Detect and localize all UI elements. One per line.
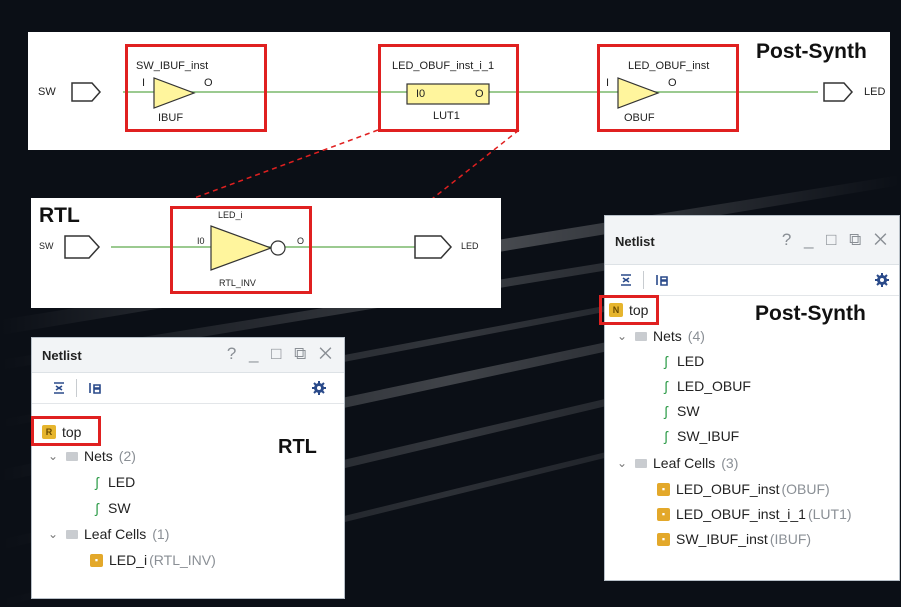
netlist-header: Netlist ? _ □ ⧉ ✕ [605, 216, 899, 265]
chevron-down-icon[interactable]: ⌄ [617, 329, 629, 343]
cell-name: LED_OBUF_inst_i_1 [676, 506, 806, 522]
tree-item-cell[interactable]: ▪ LED_OBUF_inst_i_1 (LUT1) [657, 506, 852, 522]
folder-icon [635, 331, 647, 341]
tree-item-net[interactable]: ʃ SW_IBUF [661, 428, 739, 444]
netlist-toolbar [605, 265, 899, 296]
expand-all-icon[interactable] [84, 378, 106, 398]
led-port-label: LED [864, 86, 886, 98]
tree-item-net[interactable]: ʃ LED [92, 474, 135, 490]
net-label: LED_OBUF [677, 378, 751, 394]
net-icon: ʃ [664, 428, 668, 444]
ibuf-highlight [125, 44, 267, 132]
nets-label: Nets [653, 328, 682, 344]
tree-group-leaf-cells[interactable]: ⌄ Leaf Cells (1) [48, 526, 169, 542]
top-highlight [599, 295, 659, 325]
rtl-led-port-label: LED [461, 241, 479, 251]
leaf-cell-icon: ▪ [90, 553, 103, 567]
cell-type: (RTL_INV) [149, 552, 216, 568]
window-controls[interactable]: ? _ □ ⧉ ✕ [227, 344, 336, 364]
cell-name: SW_IBUF_inst [676, 531, 768, 547]
toolbar-separator [643, 271, 644, 289]
netlist-title: Netlist [42, 348, 82, 363]
rtl-sw-port-label: SW [39, 241, 54, 251]
net-icon: ʃ [95, 500, 99, 516]
nets-count: (2) [118, 448, 136, 464]
lut-highlight [378, 44, 519, 132]
leaf-cells-label: Leaf Cells [84, 526, 147, 542]
leaf-cells-count: (1) [152, 526, 170, 542]
window-controls[interactable]: ? _ □ ⧉ ✕ [782, 230, 891, 250]
tree-item-net[interactable]: ʃ LED [661, 353, 704, 369]
chevron-down-icon[interactable]: ⌄ [617, 456, 629, 470]
expand-all-icon[interactable] [651, 270, 673, 290]
cell-type: (OBUF) [781, 481, 830, 497]
leaf-cells-label: Leaf Cells [653, 455, 716, 471]
net-label: LED [677, 353, 705, 369]
rtl-schematic-panel: SW LED LED_i I0 O RTL_INV RTL [31, 198, 501, 308]
tree-item-cell[interactable]: ▪ SW_IBUF_inst (IBUF) [657, 531, 811, 547]
netlist-panel-post-synth: Netlist ? _ □ ⧉ ✕ N top ⌄ Nets (4) ʃ LED… [599, 215, 900, 581]
net-label: SW [108, 500, 131, 516]
inv-highlight [170, 206, 312, 294]
tree-item-net[interactable]: ʃ SW [661, 403, 700, 419]
toolbar-separator [76, 379, 77, 397]
net-icon: ʃ [664, 378, 668, 394]
tree-item-net[interactable]: ʃ LED_OBUF [661, 378, 751, 394]
leaf-cell-icon: ▪ [657, 507, 670, 521]
gear-icon[interactable] [871, 270, 893, 290]
tree-group-nets[interactable]: ⌄ Nets (2) [48, 448, 136, 464]
post-synth-netlist-caption: Post-Synth [755, 302, 866, 325]
cell-name: LED_i [109, 552, 148, 568]
collapse-all-icon[interactable] [48, 378, 70, 398]
tree-group-nets[interactable]: ⌄ Nets (4) [617, 328, 705, 344]
tree-item-cell[interactable]: ▪ LED_i (RTL_INV) [90, 552, 216, 568]
net-icon: ʃ [95, 474, 99, 490]
folder-icon [635, 458, 647, 468]
sw-port-label: SW [38, 86, 56, 98]
nets-label: Nets [84, 448, 113, 464]
net-icon: ʃ [664, 403, 668, 419]
folder-icon [66, 529, 78, 539]
top-highlight [31, 416, 101, 446]
nets-count: (4) [687, 328, 705, 344]
netlist-title: Netlist [615, 234, 655, 249]
netlist-header: Netlist ? _ □ ⧉ ✕ [32, 338, 344, 373]
obuf-highlight [597, 44, 739, 132]
netlist-panel-rtl: Netlist ? _ □ ⧉ ✕ R top ⌄ Nets (2) ʃ LED… [31, 337, 345, 599]
cell-name: LED_OBUF_inst [676, 481, 780, 497]
leaf-cell-icon: ▪ [657, 532, 670, 546]
net-label: SW_IBUF [677, 428, 740, 444]
net-icon: ʃ [664, 353, 668, 369]
post-synth-schematic-title: Post-Synth [756, 40, 867, 63]
cell-type: (IBUF) [769, 531, 812, 547]
tree-item-net[interactable]: ʃ SW [92, 500, 131, 516]
post-synth-schematic-panel: SW LED SW_IBUF_inst I O IBUF LED_OBUF_in… [28, 32, 890, 150]
tree-group-leaf-cells[interactable]: ⌄ Leaf Cells (3) [617, 455, 738, 471]
net-label: LED [108, 474, 136, 490]
netlist-toolbar [32, 373, 344, 404]
leaf-cell-icon: ▪ [657, 482, 670, 496]
tree-item-cell[interactable]: ▪ LED_OBUF_inst (OBUF) [657, 481, 830, 497]
gear-icon[interactable] [308, 378, 330, 398]
chevron-down-icon[interactable]: ⌄ [48, 449, 60, 463]
rtl-netlist-caption: RTL [278, 436, 317, 458]
cell-type: (LUT1) [807, 506, 852, 522]
rtl-schematic-title: RTL [39, 204, 80, 227]
folder-icon [66, 451, 78, 461]
net-label: SW [677, 403, 700, 419]
collapse-all-icon[interactable] [615, 270, 637, 290]
leaf-cells-count: (3) [721, 455, 739, 471]
chevron-down-icon[interactable]: ⌄ [48, 527, 60, 541]
